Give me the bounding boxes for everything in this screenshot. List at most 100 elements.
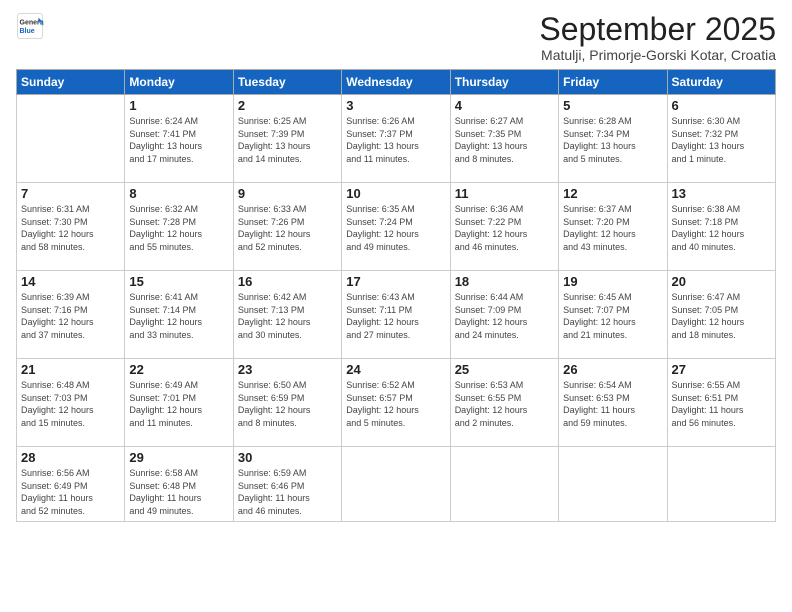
- day-info: Sunrise: 6:39 AM Sunset: 7:16 PM Dayligh…: [21, 291, 120, 341]
- day-cell: 10 Sunrise: 6:35 AM Sunset: 7:24 PM Dayli…: [342, 183, 450, 271]
- header: General Blue September 2025 Matulji, Pri…: [16, 12, 776, 63]
- day-cell: 26Sunrise: 6:54 AM Sunset: 6:53 PM Dayli…: [559, 359, 667, 447]
- day-cell: 5Sunrise: 6:28 AM Sunset: 7:34 PM Daylig…: [559, 95, 667, 183]
- day-number: 30: [238, 450, 337, 465]
- day-info: Sunrise: 6:58 AM Sunset: 6:48 PM Dayligh…: [129, 467, 228, 517]
- day-number: 9: [238, 186, 337, 201]
- day-number: 17: [346, 274, 445, 289]
- day-cell: 16 Sunrise: 6:42 AM Sunset: 7:13 PM Dayli…: [233, 271, 341, 359]
- day-cell: 12 Sunrise: 6:37 AM Sunset: 7:20 PM Dayli…: [559, 183, 667, 271]
- logo-icon: General Blue: [16, 12, 44, 40]
- day-number: 1: [129, 98, 228, 113]
- day-cell: [17, 95, 125, 183]
- day-cell: 22 Sunrise: 6:49 AM Sunset: 7:01 PM Dayli…: [125, 359, 233, 447]
- day-number: 13: [672, 186, 771, 201]
- col-friday: Friday: [559, 70, 667, 95]
- day-number: 12: [563, 186, 662, 201]
- day-info: Sunrise: 6:50 AM Sunset: 6:59 PM Dayligh…: [238, 379, 337, 429]
- day-number: 19: [563, 274, 662, 289]
- day-number: 18: [455, 274, 554, 289]
- day-info: Sunrise: 6:55 AM Sunset: 6:51 PM Dayligh…: [672, 379, 771, 429]
- day-cell: 14 Sunrise: 6:39 AM Sunset: 7:16 PM Dayli…: [17, 271, 125, 359]
- calendar-table: SundayMondayTuesdayWednesdayThursdayFrid…: [16, 69, 776, 521]
- day-info: Sunrise: 6:56 AM Sunset: 6:49 PM Dayligh…: [21, 467, 120, 517]
- day-info: Sunrise: 6:31 AM Sunset: 7:30 PM Dayligh…: [21, 203, 120, 253]
- day-cell: 6 Sunrise: 6:30 AM Sunset: 7:32 PM Daylig…: [667, 95, 775, 183]
- day-info: Sunrise: 6:36 AM Sunset: 7:22 PM Dayligh…: [455, 203, 554, 253]
- day-number: 20: [672, 274, 771, 289]
- day-number: 5: [563, 98, 662, 113]
- day-cell: 27 Sunrise: 6:55 AM Sunset: 6:51 PM Dayli…: [667, 359, 775, 447]
- month-title: September 2025: [539, 12, 776, 47]
- day-info: Sunrise: 6:32 AM Sunset: 7:28 PM Dayligh…: [129, 203, 228, 253]
- day-number: 22: [129, 362, 228, 377]
- day-cell: 25Sunrise: 6:53 AM Sunset: 6:55 PM Dayli…: [450, 359, 558, 447]
- day-info: Sunrise: 6:35 AM Sunset: 7:24 PM Dayligh…: [346, 203, 445, 253]
- day-number: 21: [21, 362, 120, 377]
- day-cell: [450, 447, 558, 521]
- day-number: 2: [238, 98, 337, 113]
- col-sunday: Sunday: [17, 70, 125, 95]
- day-info: Sunrise: 6:42 AM Sunset: 7:13 PM Dayligh…: [238, 291, 337, 341]
- day-cell: [667, 447, 775, 521]
- day-cell: 21Sunrise: 6:48 AM Sunset: 7:03 PM Dayli…: [17, 359, 125, 447]
- col-monday: Monday: [125, 70, 233, 95]
- day-cell: 28 Sunrise: 6:56 AM Sunset: 6:49 PM Dayli…: [17, 447, 125, 521]
- day-info: Sunrise: 6:41 AM Sunset: 7:14 PM Dayligh…: [129, 291, 228, 341]
- logo: General Blue: [16, 12, 44, 40]
- day-number: 6: [672, 98, 771, 113]
- day-number: 4: [455, 98, 554, 113]
- day-number: 8: [129, 186, 228, 201]
- day-number: 14: [21, 274, 120, 289]
- day-cell: 9 Sunrise: 6:33 AM Sunset: 7:26 PM Daylig…: [233, 183, 341, 271]
- day-info: Sunrise: 6:38 AM Sunset: 7:18 PM Dayligh…: [672, 203, 771, 253]
- day-info: Sunrise: 6:25 AM Sunset: 7:39 PM Dayligh…: [238, 115, 337, 165]
- day-number: 28: [21, 450, 120, 465]
- week-row-3: 14 Sunrise: 6:39 AM Sunset: 7:16 PM Dayli…: [17, 271, 776, 359]
- day-info: Sunrise: 6:53 AM Sunset: 6:55 PM Dayligh…: [455, 379, 554, 429]
- week-row-5: 28 Sunrise: 6:56 AM Sunset: 6:49 PM Dayli…: [17, 447, 776, 521]
- day-cell: [559, 447, 667, 521]
- day-cell: 3 Sunrise: 6:26 AM Sunset: 7:37 PM Daylig…: [342, 95, 450, 183]
- location: Matulji, Primorje-Gorski Kotar, Croatia: [539, 47, 776, 63]
- day-info: Sunrise: 6:33 AM Sunset: 7:26 PM Dayligh…: [238, 203, 337, 253]
- day-cell: 8 Sunrise: 6:32 AM Sunset: 7:28 PM Daylig…: [125, 183, 233, 271]
- day-info: Sunrise: 6:26 AM Sunset: 7:37 PM Dayligh…: [346, 115, 445, 165]
- day-info: Sunrise: 6:59 AM Sunset: 6:46 PM Dayligh…: [238, 467, 337, 517]
- day-info: Sunrise: 6:27 AM Sunset: 7:35 PM Dayligh…: [455, 115, 554, 165]
- col-saturday: Saturday: [667, 70, 775, 95]
- day-cell: 20Sunrise: 6:47 AM Sunset: 7:05 PM Dayli…: [667, 271, 775, 359]
- day-number: 16: [238, 274, 337, 289]
- day-cell: 17 Sunrise: 6:43 AM Sunset: 7:11 PM Dayli…: [342, 271, 450, 359]
- day-info: Sunrise: 6:43 AM Sunset: 7:11 PM Dayligh…: [346, 291, 445, 341]
- day-info: Sunrise: 6:30 AM Sunset: 7:32 PM Dayligh…: [672, 115, 771, 165]
- day-number: 11: [455, 186, 554, 201]
- day-number: 3: [346, 98, 445, 113]
- day-cell: 18 Sunrise: 6:44 AM Sunset: 7:09 PM Dayli…: [450, 271, 558, 359]
- day-number: 15: [129, 274, 228, 289]
- day-cell: 7 Sunrise: 6:31 AM Sunset: 7:30 PM Daylig…: [17, 183, 125, 271]
- day-cell: 19 Sunrise: 6:45 AM Sunset: 7:07 PM Dayli…: [559, 271, 667, 359]
- day-cell: 2 Sunrise: 6:25 AM Sunset: 7:39 PM Daylig…: [233, 95, 341, 183]
- day-info: Sunrise: 6:44 AM Sunset: 7:09 PM Dayligh…: [455, 291, 554, 341]
- week-row-4: 21Sunrise: 6:48 AM Sunset: 7:03 PM Dayli…: [17, 359, 776, 447]
- day-number: 27: [672, 362, 771, 377]
- day-number: 24: [346, 362, 445, 377]
- day-info: Sunrise: 6:52 AM Sunset: 6:57 PM Dayligh…: [346, 379, 445, 429]
- col-tuesday: Tuesday: [233, 70, 341, 95]
- day-info: Sunrise: 6:37 AM Sunset: 7:20 PM Dayligh…: [563, 203, 662, 253]
- day-cell: 24 Sunrise: 6:52 AM Sunset: 6:57 PM Dayli…: [342, 359, 450, 447]
- day-number: 7: [21, 186, 120, 201]
- day-number: 29: [129, 450, 228, 465]
- day-cell: 1Sunrise: 6:24 AM Sunset: 7:41 PM Daylig…: [125, 95, 233, 183]
- day-cell: 29 Sunrise: 6:58 AM Sunset: 6:48 PM Dayli…: [125, 447, 233, 521]
- title-block: September 2025 Matulji, Primorje-Gorski …: [539, 12, 776, 63]
- day-info: Sunrise: 6:45 AM Sunset: 7:07 PM Dayligh…: [563, 291, 662, 341]
- day-cell: 15 Sunrise: 6:41 AM Sunset: 7:14 PM Dayli…: [125, 271, 233, 359]
- header-row: SundayMondayTuesdayWednesdayThursdayFrid…: [17, 70, 776, 95]
- day-number: 10: [346, 186, 445, 201]
- day-number: 26: [563, 362, 662, 377]
- day-info: Sunrise: 6:49 AM Sunset: 7:01 PM Dayligh…: [129, 379, 228, 429]
- svg-text:Blue: Blue: [20, 28, 35, 35]
- day-cell: 30 Sunrise: 6:59 AM Sunset: 6:46 PM Dayli…: [233, 447, 341, 521]
